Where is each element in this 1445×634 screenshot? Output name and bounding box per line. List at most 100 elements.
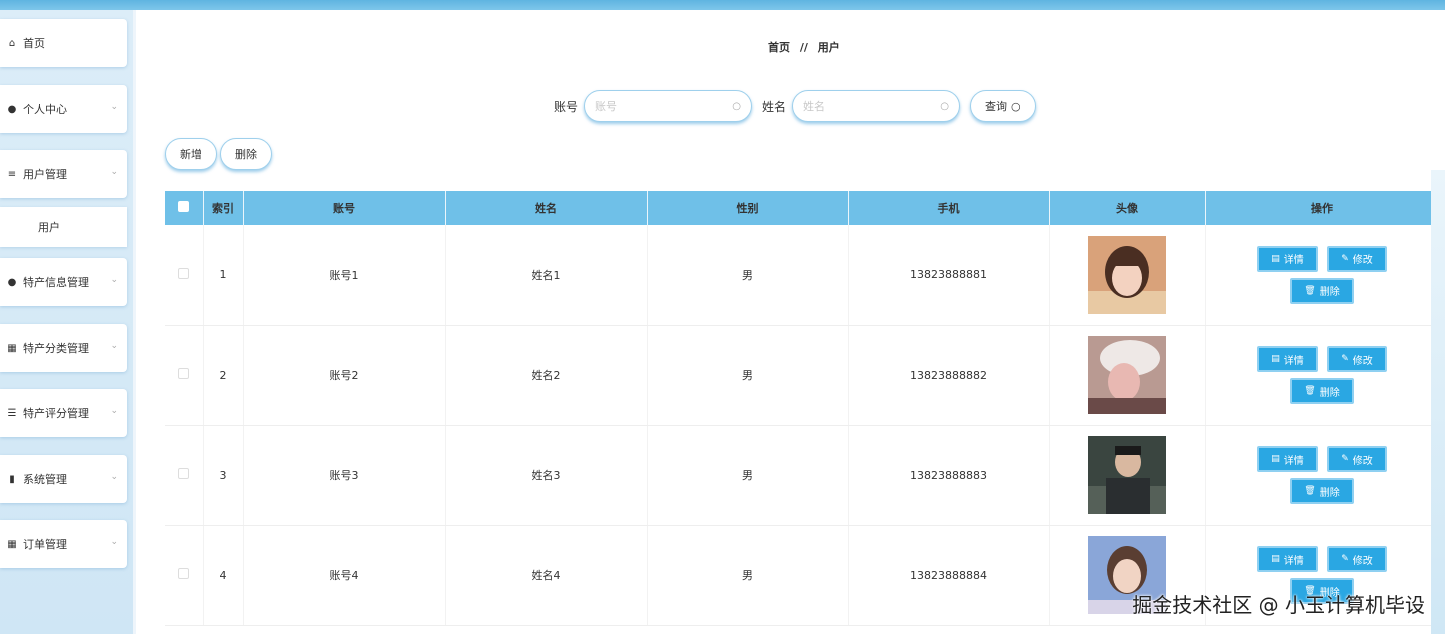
column-header-phone: 手机: [848, 191, 1050, 225]
detail-label: 详情: [1283, 555, 1304, 567]
cell-name: 姓名4: [445, 525, 648, 626]
user-icon: ●: [7, 103, 17, 115]
avatar[interactable]: [1088, 235, 1166, 314]
select-all-checkbox[interactable]: [178, 201, 190, 212]
edit-button[interactable]: ✎ 修改: [1327, 245, 1387, 272]
sidebar-subitem-label: 用户: [38, 221, 60, 234]
table-row: 3 账号3 姓名3 男 13823888883 ▤ 详情 ✎ 修改 🗑 删除: [165, 425, 1440, 526]
chevron-down-icon: ⌄: [110, 275, 118, 285]
search-icon: ○: [732, 100, 742, 112]
pencil-icon: ✎: [1341, 253, 1349, 264]
edit-button[interactable]: ✎ 修改: [1327, 346, 1387, 372]
detail-button[interactable]: ▤ 详情: [1257, 446, 1318, 472]
sidebar-item-specialty-info[interactable]: ● 特产信息管理 ⌄: [0, 258, 127, 306]
edit-button[interactable]: ✎ 修改: [1327, 546, 1387, 572]
sidebar-item-label: 特产信息管理: [23, 276, 89, 289]
column-header-avatar: 头像: [1049, 191, 1206, 225]
delete-button[interactable]: 🗑 删除: [1290, 378, 1354, 404]
sidebar-item-user-management[interactable]: ≡ 用户管理 ⌄: [0, 150, 127, 198]
detail-button[interactable]: ▤ 详情: [1257, 546, 1318, 572]
detail-label: 详情: [1283, 355, 1304, 367]
column-header-account: 账号: [243, 191, 446, 225]
sidebar-item-orders[interactable]: ▦ 订单管理 ⌄: [0, 520, 127, 568]
edit-label: 修改: [1352, 355, 1373, 367]
search-icon: ○: [1011, 99, 1021, 113]
sidebar-item-system[interactable]: ▮ 系统管理 ⌄: [0, 455, 127, 503]
row-checkbox[interactable]: [178, 267, 190, 279]
trash-icon: 🗑: [1304, 486, 1316, 496]
table-row: 1 账号1 姓名1 男 13823888881 ▤ 详情 ✎ 修改 🗑 删除: [165, 225, 1440, 326]
sidebar-subitem-user[interactable]: 用户: [0, 207, 127, 247]
home-icon: ⌂: [8, 37, 16, 49]
cell-phone: 13823888881: [848, 225, 1050, 326]
detail-button[interactable]: ▤ 详情: [1257, 245, 1318, 272]
trash-icon: ▮: [9, 473, 15, 485]
avatar[interactable]: [1088, 436, 1166, 514]
avatar[interactable]: [1088, 336, 1166, 414]
row-checkbox[interactable]: [178, 568, 190, 579]
cell-gender: 男: [647, 425, 849, 526]
cell-phone: 13823888882: [848, 325, 1050, 426]
document-icon: ▤: [1271, 253, 1280, 264]
row-checkbox[interactable]: [178, 468, 190, 479]
cell-name: 姓名2: [445, 325, 648, 426]
delete-button[interactable]: 🗑 删除: [1290, 478, 1354, 504]
account-input[interactable]: [595, 99, 726, 113]
cell-phone: 13823888883: [848, 425, 1050, 526]
breadcrumb: 首页 // 用户: [768, 39, 846, 55]
document-icon: ▤: [1271, 554, 1280, 564]
decorative-edge: [1431, 170, 1445, 634]
breadcrumb-separator: //: [799, 41, 808, 54]
edit-label: 修改: [1352, 455, 1373, 467]
query-button[interactable]: 查询 ○: [970, 90, 1036, 122]
select-all-cell[interactable]: [165, 191, 204, 225]
sidebar-item-label: 特产评分管理: [23, 407, 89, 420]
edit-button[interactable]: ✎ 修改: [1327, 446, 1387, 472]
trash-icon: 🗑: [1304, 386, 1316, 396]
add-button[interactable]: 新增: [165, 138, 217, 170]
sidebar-item-home[interactable]: ⌂ 首页: [0, 19, 127, 67]
chevron-down-icon: ⌄: [110, 406, 118, 416]
trash-icon: 🗑: [1304, 285, 1316, 296]
sidebar-item-personal-center[interactable]: ● 个人中心 ⌄: [0, 85, 127, 133]
search-icon: ○: [940, 100, 950, 112]
cell-name: 姓名1: [445, 225, 648, 326]
search-bar: 账号 ○ 姓名 ○ 查询 ○: [554, 89, 1036, 123]
action-bar: 新增 删除: [165, 138, 272, 170]
detail-label: 详情: [1283, 455, 1304, 467]
cell-account: 账号3: [243, 425, 446, 526]
cell-gender: 男: [647, 525, 849, 626]
grid-icon: ▦: [7, 538, 17, 550]
document-icon: ▤: [1271, 354, 1280, 364]
user-table: 索引 账号 姓名 性别 手机 头像 操作 1 账号1 姓名1 男 1382388…: [165, 191, 1440, 626]
column-header-name: 姓名: [445, 191, 648, 225]
breadcrumb-current: 用户: [817, 41, 840, 54]
delete-button[interactable]: 🗑 删除: [1290, 277, 1354, 304]
column-header-gender: 性别: [647, 191, 849, 225]
sliders-icon: ☰: [7, 407, 17, 419]
name-input[interactable]: [803, 99, 934, 113]
sidebar-item-specialty-rating[interactable]: ☰ 特产评分管理 ⌄: [0, 389, 127, 437]
detail-button[interactable]: ▤ 详情: [1257, 346, 1318, 372]
cell-index: 1: [203, 225, 244, 326]
top-bar: [0, 0, 1445, 10]
breadcrumb-home[interactable]: 首页: [768, 41, 790, 54]
chevron-down-icon: ⌄: [110, 102, 118, 112]
name-search-box[interactable]: ○: [792, 90, 961, 122]
cell-gender: 男: [647, 325, 849, 426]
sidebar-item-specialty-category[interactable]: ▦ 特产分类管理 ⌄: [0, 324, 127, 372]
table-header-row: 索引 账号 姓名 性别 手机 头像 操作: [165, 191, 1440, 225]
account-search-box[interactable]: ○: [584, 90, 753, 122]
main-content: 首页 // 用户 账号 ○ 姓名 ○ 查询 ○ 新增 删除: [136, 10, 1445, 634]
name-label: 姓名: [762, 99, 787, 114]
pencil-icon: ✎: [1341, 554, 1349, 564]
sidebar-item-label: 系统管理: [23, 473, 67, 486]
sidebar: ⌂ 首页 ● 个人中心 ⌄ ≡ 用户管理 ⌄ 用户 ● 特产信息管理 ⌄ ▦ 特…: [0, 10, 133, 634]
row-checkbox[interactable]: [178, 368, 190, 379]
cell-phone: 13823888884: [848, 525, 1050, 626]
batch-delete-button[interactable]: 删除: [220, 138, 272, 170]
sidebar-item-label: 特产分类管理: [23, 342, 89, 355]
grid-icon: ▦: [7, 342, 17, 354]
cell-account: 账号2: [243, 325, 446, 426]
cell-account: 账号1: [243, 225, 446, 326]
